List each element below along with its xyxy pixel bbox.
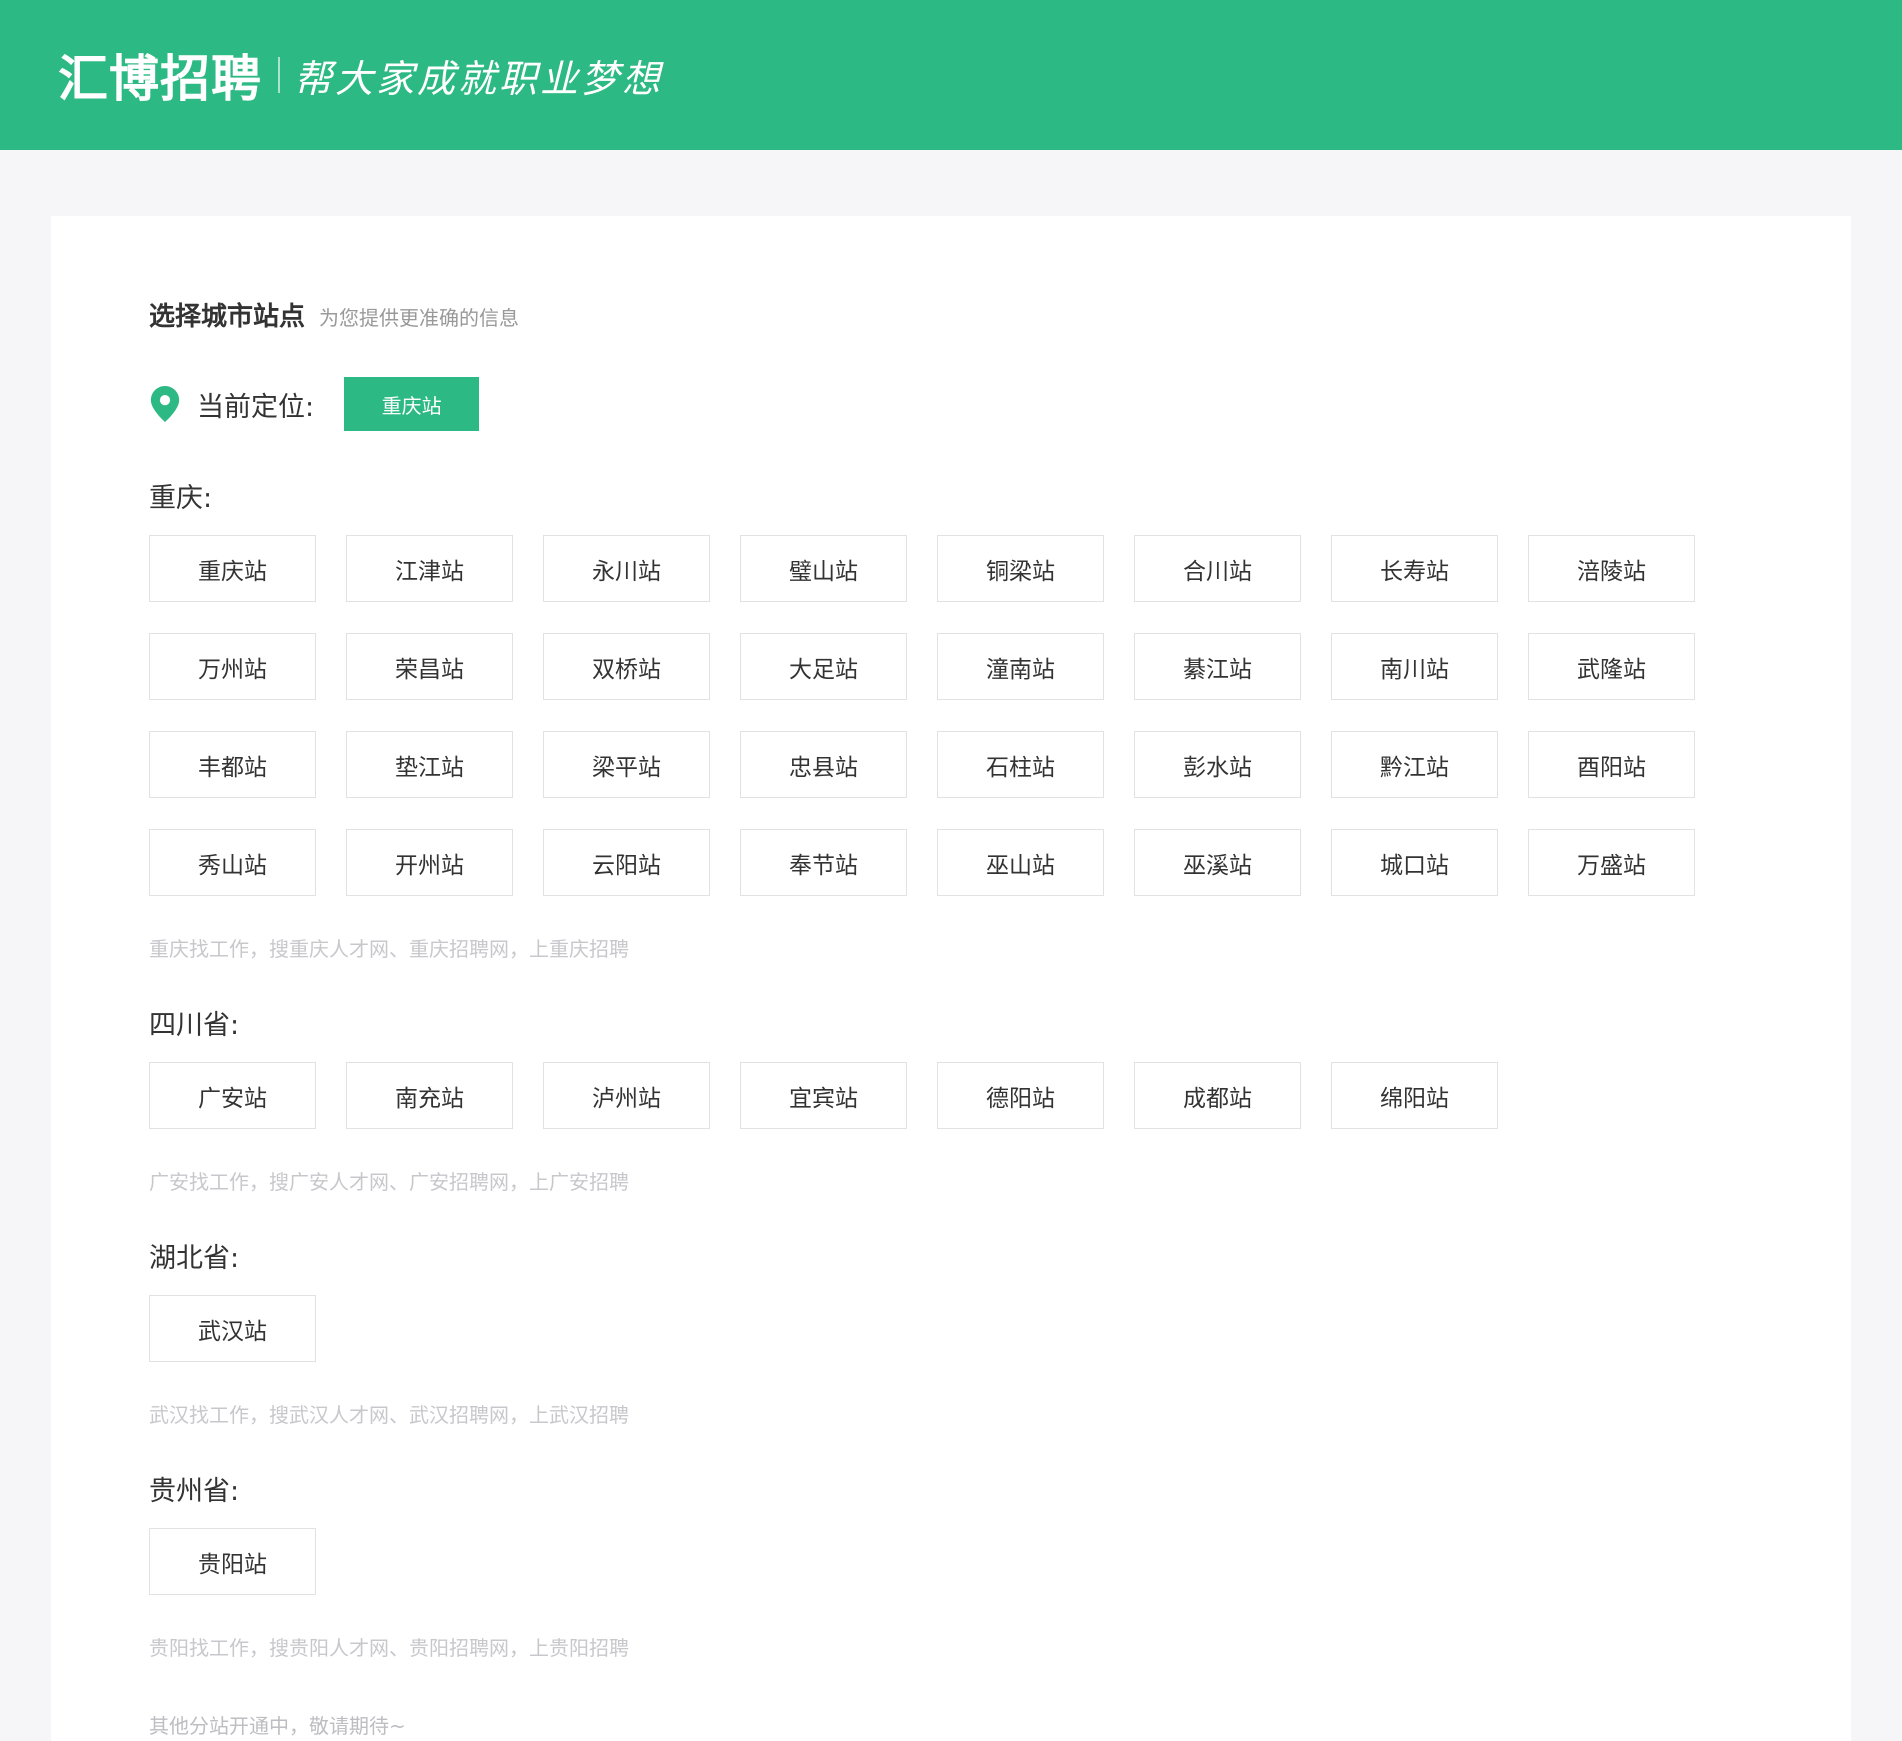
station-button[interactable]: 酉阳站 — [1528, 731, 1695, 798]
station-button[interactable]: 綦江站 — [1134, 633, 1301, 700]
region-hint: 武汉找工作，搜武汉人才网、武汉招聘网，上武汉招聘 — [149, 1403, 629, 1427]
station-button[interactable]: 城口站 — [1331, 829, 1498, 896]
station-button[interactable]: 南充站 — [346, 1062, 513, 1129]
current-location-label: 当前定位: — [197, 391, 315, 423]
page-title: 选择城市站点 — [149, 302, 306, 332]
station-button[interactable]: 巫溪站 — [1134, 829, 1301, 896]
site-logo[interactable]: 汇博招聘 — [58, 39, 262, 111]
region-name: 重庆: — [149, 483, 213, 514]
region-guizhou: 贵州省: 贵阳站 贵阳找工作，搜贵阳人才网、贵阳招聘网，上贵阳招聘 — [149, 1474, 1695, 1661]
region-name: 贵州省: — [149, 1476, 240, 1507]
station-button[interactable]: 丰都站 — [149, 731, 316, 798]
station-button[interactable]: 成都站 — [1134, 1062, 1301, 1129]
current-location-button[interactable]: 重庆站 — [344, 377, 480, 431]
region-hint: 广安找工作，搜广安人才网、广安招聘网，上广安招聘 — [149, 1170, 629, 1194]
station-button[interactable]: 忠县站 — [740, 731, 907, 798]
logo-divider — [278, 57, 280, 93]
station-button[interactable]: 黔江站 — [1331, 731, 1498, 798]
station-button[interactable]: 合川站 — [1134, 535, 1301, 602]
region-chongqing: 重庆: 重庆站 江津站 永川站 璧山站 铜梁站 合川站 长寿站 涪陵站万州站 荣昌站 双桥站 大足站… — [149, 481, 1695, 962]
station-button[interactable]: 潼南站 — [937, 633, 1104, 700]
station-button[interactable]: 宜宾站 — [740, 1062, 907, 1129]
station-button[interactable]: 石柱站 — [937, 731, 1104, 798]
site-header: 汇博招聘 帮大家成就职业梦想 — [0, 0, 1902, 150]
station-button[interactable]: 贵阳站 — [149, 1528, 316, 1595]
station-grid: 贵阳站 — [149, 1528, 1695, 1595]
station-button[interactable]: 垫江站 — [346, 731, 513, 798]
station-button[interactable]: 万盛站 — [1528, 829, 1695, 896]
station-button[interactable]: 开州站 — [346, 829, 513, 896]
station-button[interactable]: 万州站 — [149, 633, 316, 700]
footer-note: 其他分站开通中，敬请期待~ — [149, 1714, 406, 1738]
station-button[interactable]: 重庆站 — [149, 535, 316, 602]
region-name: 四川省: — [149, 1010, 240, 1041]
station-button[interactable]: 江津站 — [346, 535, 513, 602]
station-button[interactable]: 彭水站 — [1134, 731, 1301, 798]
station-button[interactable]: 长寿站 — [1331, 535, 1498, 602]
station-button[interactable]: 武隆站 — [1528, 633, 1695, 700]
site-slogan: 帮大家成就职业梦想 — [294, 56, 664, 101]
station-button[interactable]: 云阳站 — [543, 829, 710, 896]
current-location-row: 当前定位: 重庆站 — [149, 377, 480, 431]
station-button[interactable]: 绵阳站 — [1331, 1062, 1498, 1129]
station-button[interactable]: 璧山站 — [740, 535, 907, 602]
station-button[interactable]: 铜梁站 — [937, 535, 1104, 602]
station-button[interactable]: 涪陵站 — [1528, 535, 1695, 602]
station-button[interactable]: 荣昌站 — [346, 633, 513, 700]
station-button[interactable]: 广安站 — [149, 1062, 316, 1129]
station-button[interactable]: 德阳站 — [937, 1062, 1104, 1129]
location-pin-icon — [150, 386, 180, 422]
region-hubei: 湖北省: 武汉站 武汉找工作，搜武汉人才网、武汉招聘网，上武汉招聘 — [149, 1241, 1695, 1428]
station-button[interactable]: 大足站 — [740, 633, 907, 700]
station-button[interactable]: 奉节站 — [740, 829, 907, 896]
station-button[interactable]: 梁平站 — [543, 731, 710, 798]
station-button[interactable]: 武汉站 — [149, 1295, 316, 1362]
station-button[interactable]: 秀山站 — [149, 829, 316, 896]
title-row: 选择城市站点 为您提供更准确的信息 — [149, 296, 519, 333]
region-hint: 重庆找工作，搜重庆人才网、重庆招聘网，上重庆招聘 — [149, 937, 629, 961]
region-hint: 贵阳找工作，搜贵阳人才网、贵阳招聘网，上贵阳招聘 — [149, 1636, 629, 1660]
station-grid: 重庆站 江津站 永川站 璧山站 铜梁站 合川站 长寿站 涪陵站万州站 荣昌站 双桥站 大足站 潼南站綦… — [149, 535, 1695, 896]
station-button[interactable]: 泸州站 — [543, 1062, 710, 1129]
page-subtitle: 为您提供更准确的信息 — [319, 306, 520, 330]
region-sichuan: 四川省: 广安站 南充站 泸州站 宜宾站 德阳站 成都站 绵阳站 广安找工作，搜广安人才网、… — [149, 1008, 1695, 1195]
region-name: 湖北省: — [149, 1243, 240, 1274]
station-button[interactable]: 永川站 — [543, 535, 710, 602]
station-button[interactable]: 巫山站 — [937, 829, 1104, 896]
station-button[interactable]: 双桥站 — [543, 633, 710, 700]
station-button[interactable]: 南川站 — [1331, 633, 1498, 700]
station-grid: 武汉站 — [149, 1295, 1695, 1362]
station-grid: 广安站 南充站 泸州站 宜宾站 德阳站 成都站 绵阳站 — [149, 1062, 1695, 1129]
city-selection-card: 选择城市站点 为您提供更准确的信息 当前定位: 重庆站 重庆: 重庆站 江津站 永川… — [51, 216, 1851, 1741]
